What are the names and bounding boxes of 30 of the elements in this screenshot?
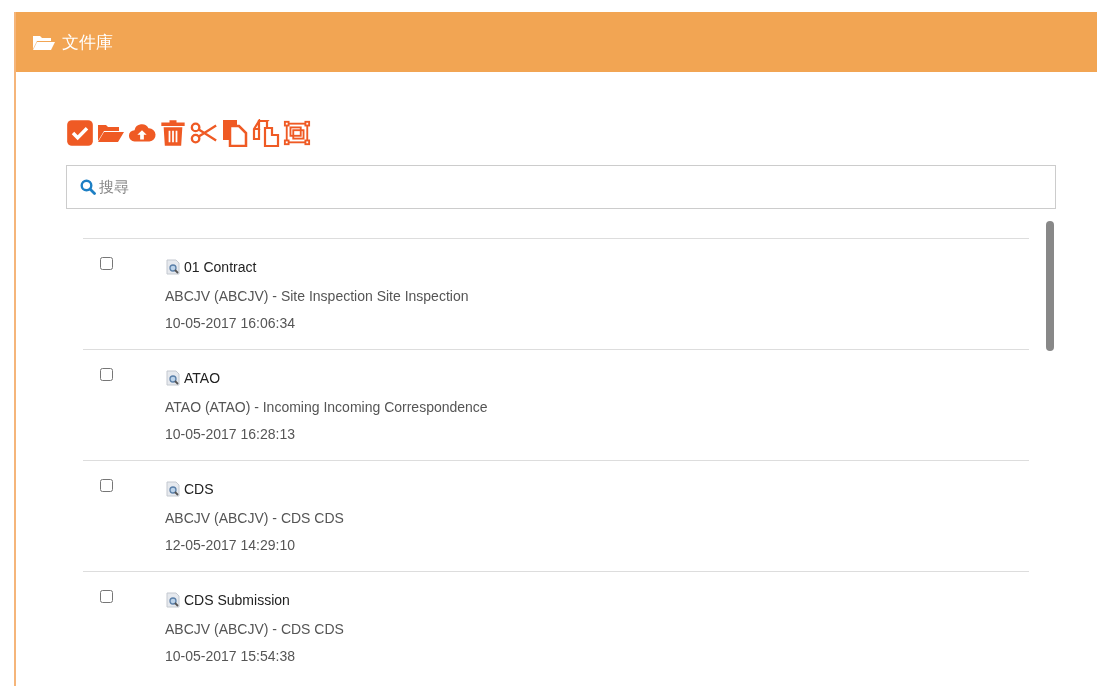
duplicate-icon[interactable] bbox=[252, 119, 280, 147]
search-icon bbox=[80, 179, 96, 195]
checkbox-icon[interactable] bbox=[66, 119, 94, 147]
document-preview-icon bbox=[165, 592, 181, 608]
scrollbar[interactable] bbox=[1046, 221, 1054, 351]
file-name[interactable]: CDS bbox=[184, 481, 214, 497]
file-date: 10-05-2017 15:54:38 bbox=[165, 648, 296, 664]
file-description: ABCJV (ABCJV) - CDS CDS bbox=[165, 621, 344, 637]
file-description: ABCJV (ABCJV) - Site Inspection Site Inspection bbox=[165, 288, 469, 304]
search-field[interactable]: 搜尋 bbox=[66, 165, 1056, 209]
selection-frame-icon[interactable] bbox=[283, 119, 311, 147]
checkbox[interactable] bbox=[100, 479, 113, 492]
document-preview-icon bbox=[165, 481, 181, 497]
file-description: ATAO (ATAO) - Incoming Incoming Correspondence bbox=[165, 399, 488, 415]
file-date: 12-05-2017 14:29:10 bbox=[165, 537, 296, 553]
file-description: ABCJV (ABCJV) - CDS CDS bbox=[165, 510, 344, 526]
trash-icon[interactable] bbox=[159, 119, 187, 147]
file-name[interactable]: ATAO bbox=[184, 370, 221, 386]
checkbox[interactable] bbox=[100, 590, 113, 603]
file-date: 10-05-2017 16:06:34 bbox=[165, 315, 296, 331]
document-preview-icon bbox=[165, 259, 181, 275]
checkbox[interactable] bbox=[100, 368, 113, 381]
file-date: 10-05-2017 16:28:13 bbox=[165, 426, 296, 442]
panel-title: 文件庫 bbox=[62, 30, 113, 54]
file-name[interactable]: CDS Submission bbox=[184, 592, 290, 608]
checkbox[interactable] bbox=[100, 257, 113, 270]
file-name[interactable]: 01 Contract bbox=[184, 259, 257, 275]
copy-icon[interactable] bbox=[221, 119, 249, 147]
document-preview-icon bbox=[165, 370, 181, 386]
folder-icon bbox=[32, 33, 56, 51]
